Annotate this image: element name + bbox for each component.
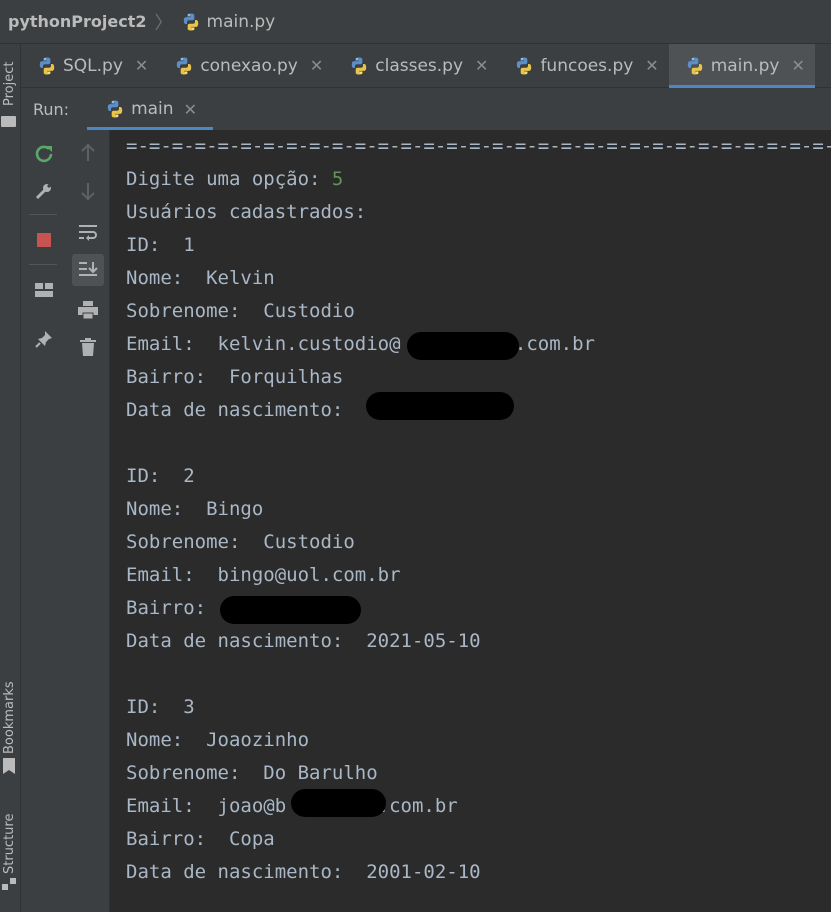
tab-sql[interactable]: SQL.py ✕: [21, 44, 158, 87]
run-config-label: main: [131, 99, 174, 119]
user-bairro: Bairro:: [126, 597, 229, 619]
user-bairro: Bairro: Copa: [126, 828, 275, 850]
user-nome: Nome: Kelvin: [126, 267, 275, 289]
user-email: Email: bingo@uol.com.br: [126, 564, 401, 586]
tab-label: main.py: [710, 55, 780, 76]
soft-wrap-icon[interactable]: [74, 218, 102, 246]
pin-icon[interactable]: [30, 325, 58, 353]
user-bairro: Bairro: Forquilhas: [126, 366, 344, 388]
user-sobrenome: Sobrenome: Do Barulho: [126, 762, 378, 784]
breadcrumb-file[interactable]: main.py: [207, 12, 276, 32]
stop-icon[interactable]: [30, 226, 58, 254]
console-toolbar: [66, 130, 110, 912]
python-file-icon: [174, 56, 194, 76]
tab-main[interactable]: main.py ✕: [668, 44, 815, 88]
python-file-icon: [181, 12, 201, 32]
structure-tool-label[interactable]: Structure: [2, 814, 17, 874]
user-id: ID: 2: [126, 465, 195, 487]
tab-label: conexao.py: [200, 55, 298, 76]
folder-icon[interactable]: [1, 116, 16, 127]
breadcrumb-project[interactable]: pythonProject2: [8, 12, 147, 31]
bookmarks-tool-label[interactable]: Bookmarks: [2, 681, 17, 754]
tab-conexao[interactable]: conexao.py ✕: [158, 44, 333, 87]
run-toolbar: [21, 130, 66, 912]
user-email: Email: kelvin.custodio@ .com.br: [126, 333, 595, 355]
down-arrow-icon[interactable]: [74, 177, 102, 205]
user-sobrenome: Sobrenome: Custodio: [126, 531, 355, 553]
user-nome: Nome: Joaozinho: [126, 729, 310, 751]
editor-tabs: SQL.py ✕ conexao.py ✕ classes.py ✕ funco…: [21, 44, 831, 88]
close-icon[interactable]: ✕: [645, 56, 658, 75]
user-sobrenome: Sobrenome: Custodio: [126, 300, 355, 322]
tool-window-strip: Project Bookmarks Structure: [0, 44, 21, 912]
user-nome: Nome: Bingo: [126, 498, 264, 520]
redaction-mark: [407, 332, 519, 360]
python-file-icon: [685, 56, 705, 76]
tab-funcoes[interactable]: funcoes.py ✕: [498, 44, 668, 87]
wrench-icon[interactable]: [30, 177, 58, 205]
project-tool-label[interactable]: Project: [2, 62, 17, 106]
tab-label: SQL.py: [63, 55, 123, 76]
python-file-icon: [514, 56, 534, 76]
breadcrumb-chevron-icon: 〉: [154, 12, 173, 34]
tab-classes[interactable]: classes.py ✕: [333, 44, 498, 87]
close-icon[interactable]: ✕: [791, 56, 804, 75]
prompt-text: Digite uma opção:: [126, 168, 332, 190]
print-icon[interactable]: [74, 296, 102, 324]
redaction-mark: [291, 789, 386, 817]
user-id: ID: 1: [126, 234, 195, 256]
user-nascimento: Data de nascimento:: [126, 399, 367, 421]
header-line: Usuários cadastrados:: [126, 201, 367, 223]
run-config-tab[interactable]: main ✕: [87, 88, 213, 130]
user-nascimento: Data de nascimento: 2001-02-10: [126, 861, 481, 883]
python-run-icon: [105, 99, 125, 119]
structure-icon[interactable]: [2, 878, 16, 892]
prompt-line: Digite uma opção: 5: [126, 167, 343, 191]
trash-icon[interactable]: [74, 333, 102, 361]
tab-label: classes.py: [375, 55, 464, 76]
user-nascimento: Data de nascimento: 2021-05-10: [126, 630, 481, 652]
scroll-to-end-icon[interactable]: [72, 254, 104, 286]
redaction-mark: [220, 596, 361, 624]
input-value: 5: [331, 168, 344, 190]
redaction-mark: [366, 392, 514, 420]
close-icon[interactable]: ✕: [135, 56, 148, 75]
console-output[interactable]: =-=-=-=-=-=-=-=-=-=-=-=-=-=-=-=-=-=-=-=-…: [110, 130, 831, 912]
python-file-icon: [37, 56, 57, 76]
tab-label: funcoes.py: [540, 55, 634, 76]
close-icon[interactable]: ✕: [310, 56, 323, 75]
close-icon[interactable]: ✕: [475, 56, 488, 75]
bookmark-icon[interactable]: [2, 758, 16, 774]
separator-line: =-=-=-=-=-=-=-=-=-=-=-=-=-=-=-=-=-=-=-=-…: [126, 135, 831, 157]
rerun-icon[interactable]: [30, 139, 58, 167]
run-tool-header: Run: main ✕: [21, 88, 831, 130]
layout-icon[interactable]: [30, 276, 58, 304]
python-file-icon: [349, 56, 369, 76]
breadcrumb: pythonProject2 〉 main.py: [0, 0, 831, 44]
user-id: ID: 3: [126, 696, 195, 718]
close-icon[interactable]: ✕: [184, 100, 197, 119]
up-arrow-icon[interactable]: [74, 139, 102, 167]
run-label: Run:: [33, 99, 70, 119]
